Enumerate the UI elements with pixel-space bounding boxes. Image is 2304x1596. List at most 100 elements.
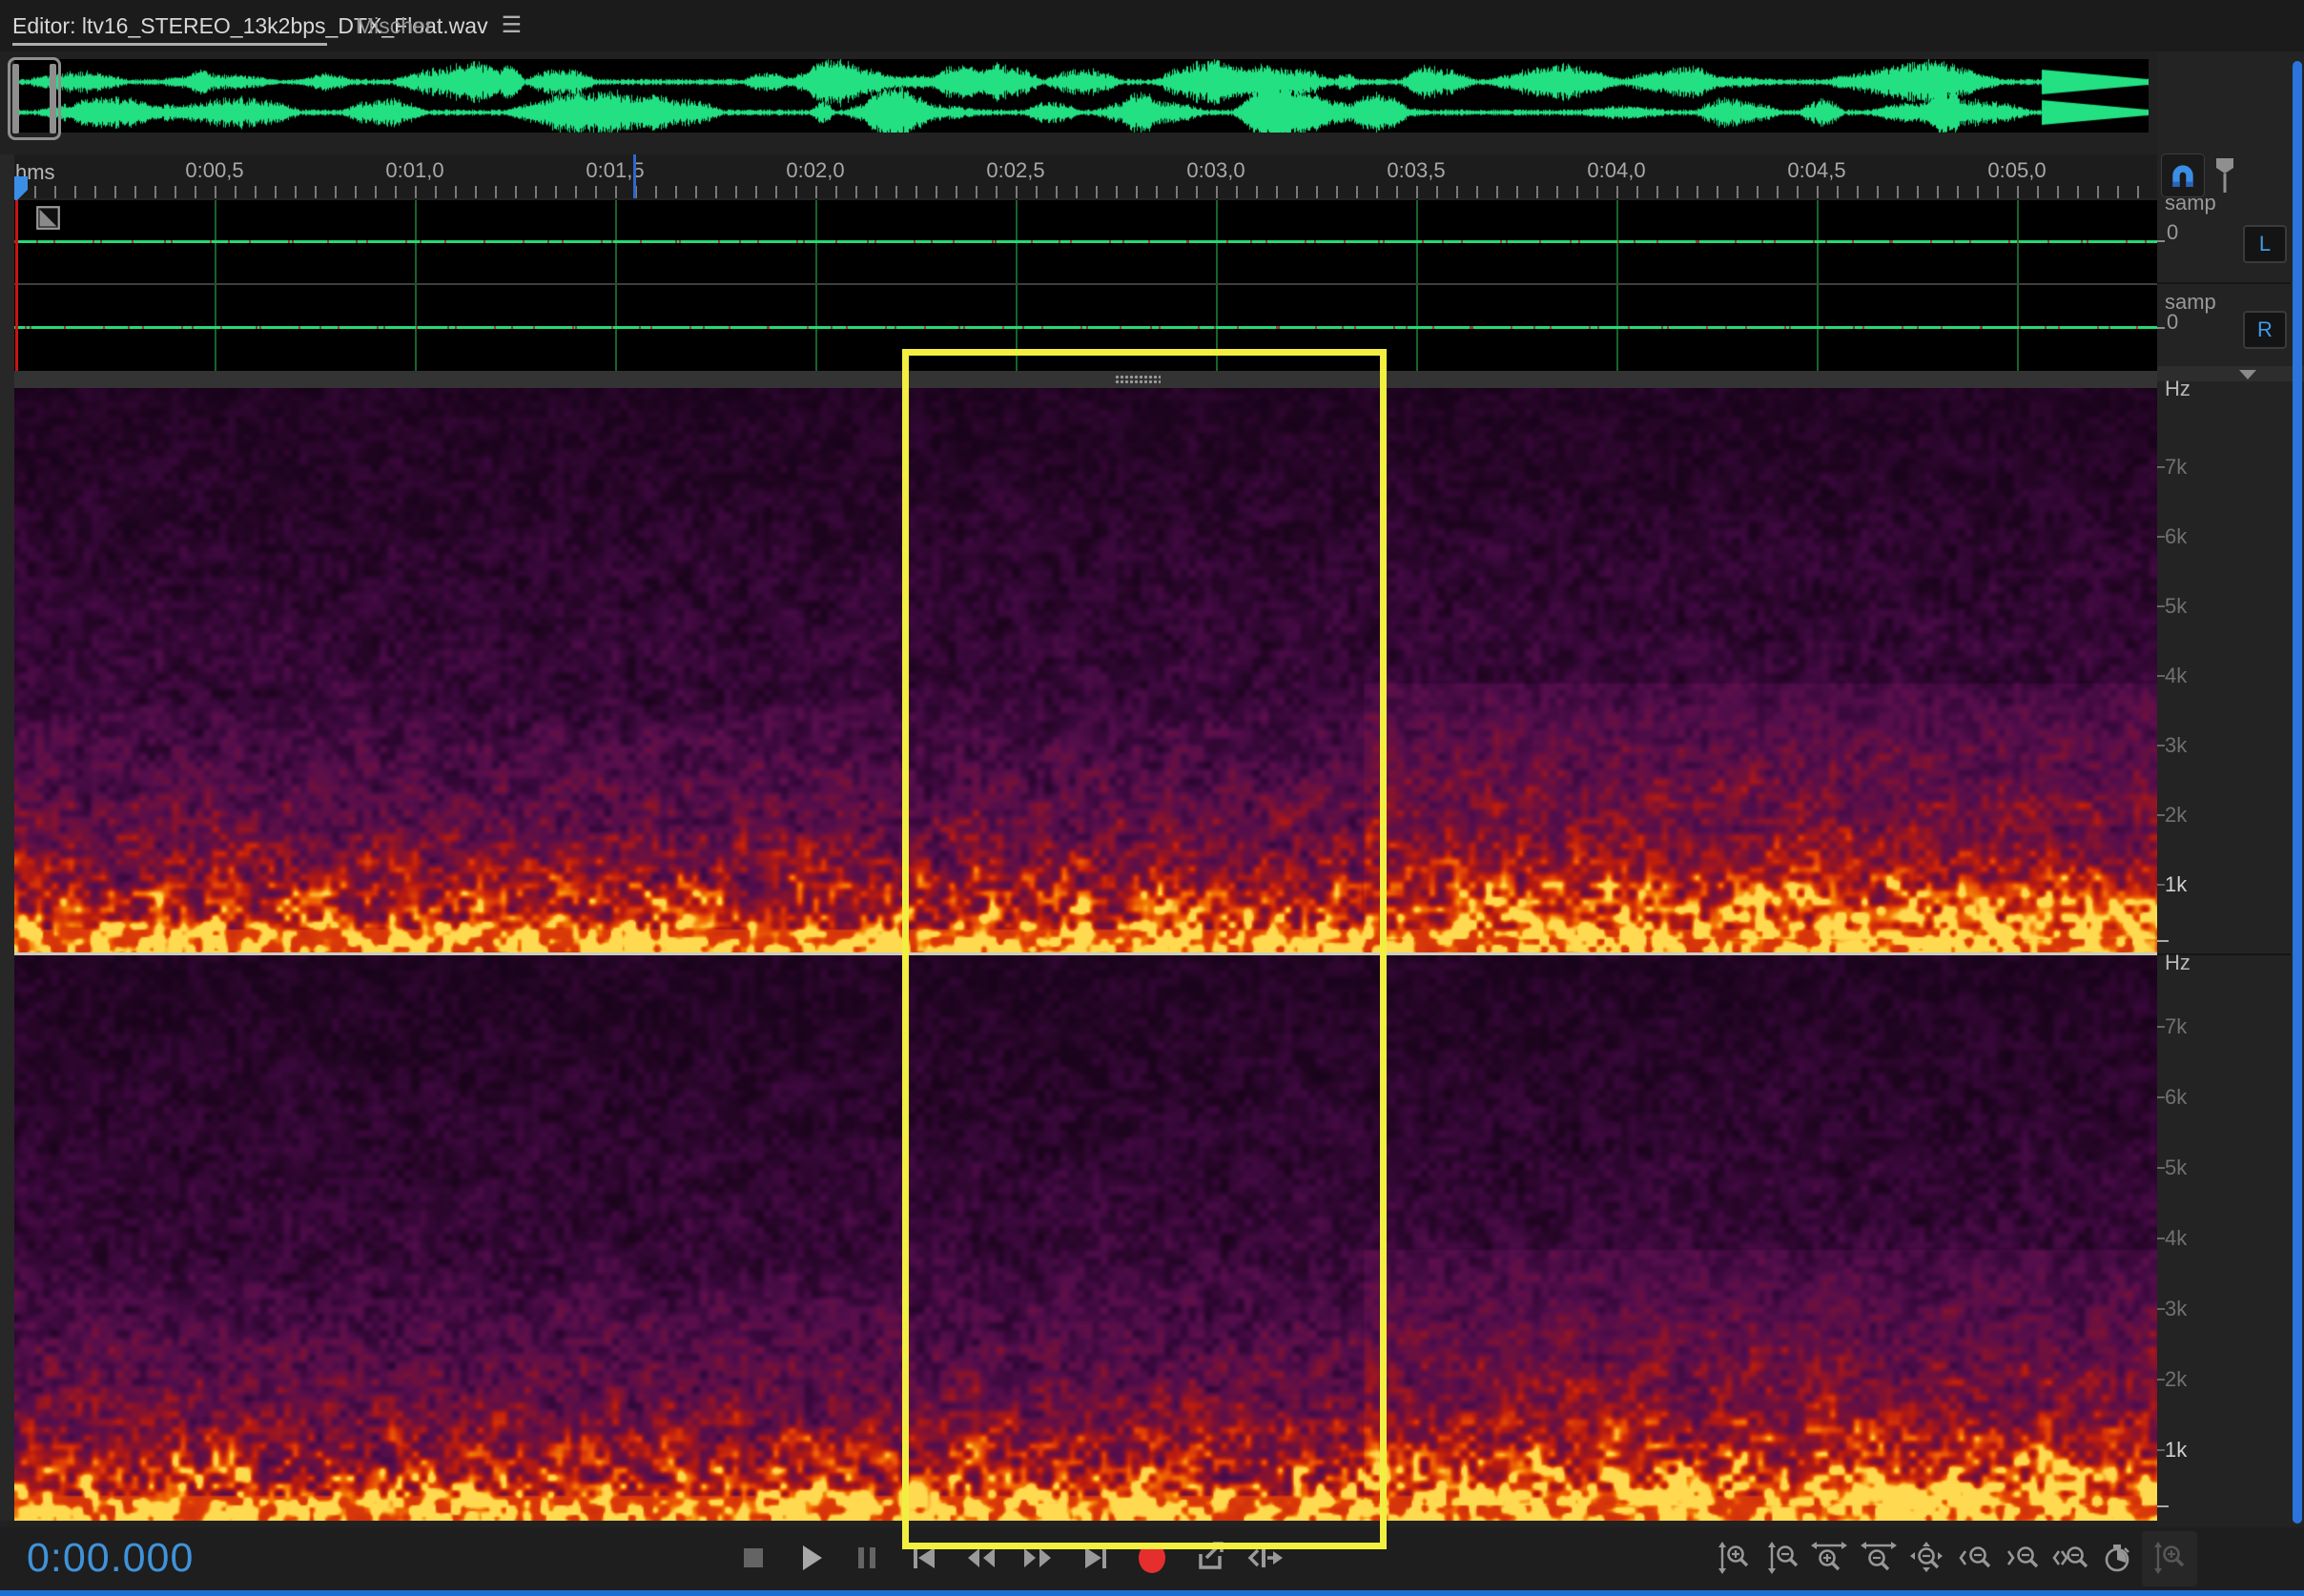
ruler-minor-tick [1496, 186, 1498, 198]
frequency-unit-label: Hz [2165, 951, 2191, 975]
frequency-tick-label: 6k [2165, 524, 2187, 549]
ruler-minor-tick [595, 186, 597, 198]
ruler-minor-tick [1977, 186, 1979, 198]
ruler-minor-tick [555, 186, 557, 198]
skip-to-end-button[interactable] [1075, 1537, 1117, 1579]
ruler-minor-tick [1156, 186, 1158, 198]
overview-strip[interactable] [14, 59, 2149, 133]
channel-options-icon[interactable] [35, 205, 61, 231]
ruler-tick-label: 0:03,5 [1387, 158, 1445, 183]
zoom-out-horizontal-button[interactable] [1858, 1537, 1900, 1579]
waveform-gridline [2017, 200, 2019, 371]
waveform-gridline [215, 200, 216, 371]
pause-button[interactable] [846, 1537, 888, 1579]
skip-to-start-button[interactable] [903, 1537, 945, 1579]
snap-toggle-button[interactable] [2161, 153, 2205, 197]
tab-mischer-label: Mischer [356, 13, 433, 39]
ruler-minor-tick [675, 186, 677, 198]
zoom-in-horizontal-icon [1811, 1540, 1847, 1576]
waveform-gridline [1616, 200, 1618, 371]
fast-forward-button[interactable] [1017, 1537, 1059, 1579]
frequency-tick-label: 7k [2165, 1014, 2187, 1039]
ruler-minor-tick [154, 186, 156, 198]
zoom-in-vertical-button[interactable] [1715, 1537, 1757, 1579]
ruler-minor-tick [475, 186, 477, 198]
ruler-minor-tick [1316, 186, 1318, 198]
ruler-minor-tick [355, 186, 357, 198]
zoom-out-vertical-button[interactable] [1764, 1537, 1806, 1579]
ruler-minor-tick [1136, 186, 1138, 198]
ruler-minor-tick [2057, 186, 2059, 198]
ruler-minor-tick [1476, 186, 1478, 198]
ruler-minor-tick [936, 186, 937, 198]
channel-badge-left[interactable]: L [2243, 225, 2287, 263]
rewind-button[interactable] [960, 1537, 1002, 1579]
frequency-tick-label: 3k [2165, 733, 2187, 758]
ruler-minor-tick [575, 186, 577, 198]
frequency-tick-label: 2k [2165, 1367, 2187, 1392]
ruler-minor-tick [755, 186, 757, 198]
ruler-minor-tick [1917, 186, 1919, 198]
ruler-minor-tick [375, 186, 377, 198]
hamburger-icon[interactable]: ☰ [502, 14, 523, 37]
zoom-in-horizontal-button[interactable] [1808, 1537, 1850, 1579]
waveform-gridline [1216, 200, 1218, 371]
panel-splitter[interactable] [14, 371, 2157, 388]
ruler-minor-tick [1757, 186, 1759, 198]
ruler-tick-label: 0:04,5 [1787, 158, 1845, 183]
time-display[interactable]: 0:00.000 [27, 1535, 194, 1582]
frequency-tick-label: 1k [2165, 872, 2187, 897]
zoom-reset-button[interactable] [1905, 1537, 1947, 1579]
ruler-minor-tick [1296, 186, 1298, 198]
scale-collapse-icon[interactable] [2239, 370, 2256, 379]
zoom-vertical-disabled-button[interactable] [2149, 1537, 2191, 1579]
ruler-minor-tick [2077, 186, 2079, 198]
vertical-scrollbar[interactable] [2293, 61, 2302, 1524]
right-scale-column[interactable]: samp 0 L samp 0 R Hz7k6k5k4k3k2k1k Hz7k6… [2157, 51, 2304, 1527]
bottom-accent-line [0, 1590, 2304, 1596]
timeline-ruler[interactable]: hms 0:00,50:01,00:01,50:02,00:02,50:03,0… [0, 154, 2157, 198]
stop-button[interactable] [732, 1537, 774, 1579]
ruler-minor-tick [195, 186, 196, 198]
ruler-minor-tick [1376, 186, 1378, 198]
play-button[interactable] [790, 1537, 832, 1579]
skip-selection-button[interactable] [1245, 1537, 1286, 1579]
ruler-minor-tick [175, 186, 176, 198]
overview-range-handle[interactable] [8, 57, 61, 140]
zoom-reset-icon [1908, 1540, 1944, 1576]
zoom-to-selection-button[interactable] [2048, 1537, 2090, 1579]
fast-forward-icon [1018, 1539, 1057, 1577]
overview-waveform [14, 59, 2149, 133]
secondary-time-indicator [633, 154, 636, 198]
waveform-gridline [1817, 200, 1819, 371]
waveform-editor[interactable]: +0 dB [14, 200, 2157, 371]
timer-button[interactable] [2096, 1537, 2138, 1579]
spectrogram-channel-divider [14, 952, 2157, 955]
ruler-minor-tick [1276, 186, 1278, 198]
waveform-gridline [1416, 200, 1418, 371]
tab-mischer[interactable]: Mischer [356, 0, 433, 51]
loop-playback-button[interactable] [1189, 1537, 1231, 1579]
ruler-minor-tick [875, 186, 877, 198]
record-button[interactable] [1131, 1537, 1173, 1579]
zoom-in-in-point-button[interactable] [1954, 1537, 1996, 1579]
amplitude-value-right: 0 [2167, 310, 2178, 335]
ruler-minor-tick [1056, 186, 1058, 198]
ruler-minor-tick [34, 186, 36, 198]
ruler-minor-tick [134, 186, 136, 198]
playhead-line[interactable] [15, 200, 18, 371]
zoom-in-out-point-button[interactable] [2002, 1537, 2044, 1579]
ruler-minor-tick [1256, 186, 1258, 198]
ruler-minor-tick [1516, 186, 1518, 198]
ruler-minor-tick [415, 186, 417, 198]
waveform-gridline [815, 200, 817, 371]
ruler-minor-tick [655, 186, 657, 198]
marker-pin-button[interactable] [2211, 155, 2239, 195]
channel-badge-right[interactable]: R [2243, 311, 2287, 349]
ruler-minor-tick [1777, 186, 1779, 198]
splitter-grip-icon[interactable] [1115, 375, 1161, 384]
ruler-minor-tick [1216, 186, 1218, 198]
waveform-channel-divider [14, 283, 2157, 285]
ruler-tick-label: 0:02,5 [986, 158, 1044, 183]
ruler-minor-tick [1656, 186, 1658, 198]
